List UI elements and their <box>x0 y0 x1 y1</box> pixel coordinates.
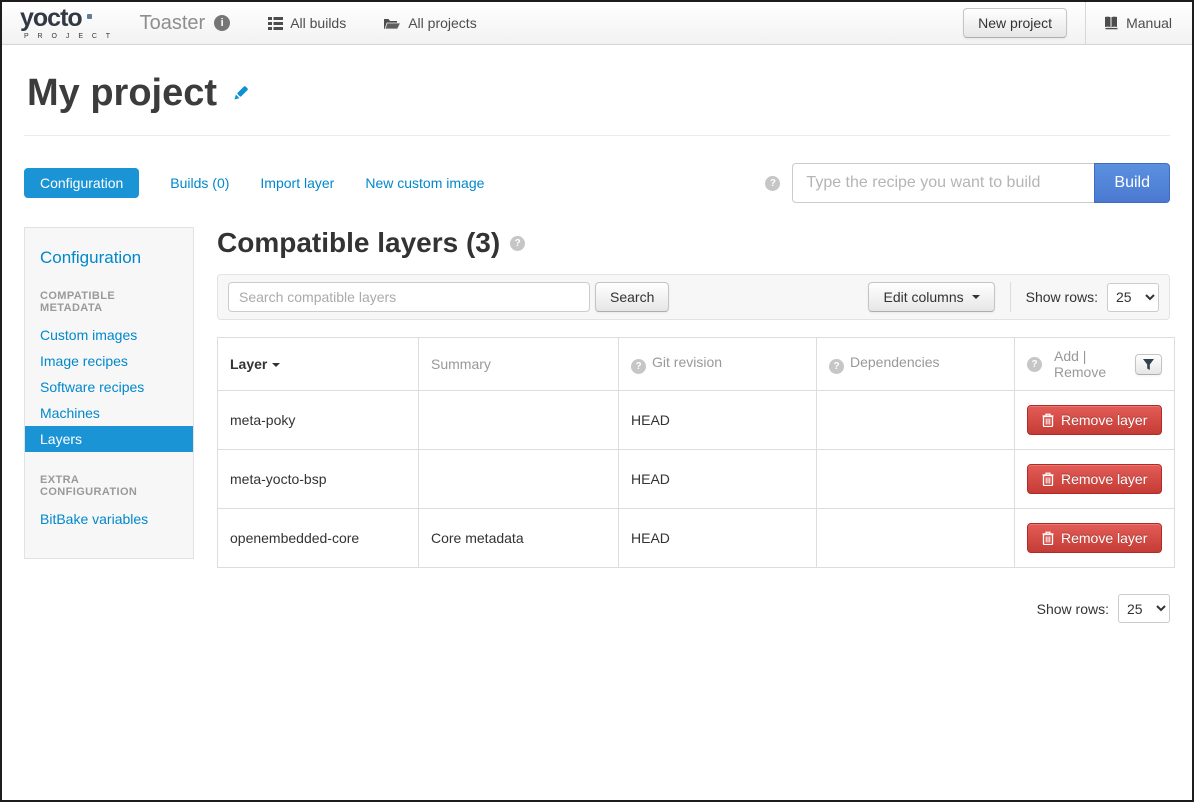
sidebar-item-software-recipes[interactable]: Software recipes <box>25 374 193 400</box>
yocto-logo[interactable]: yocto P R O J E C T <box>20 6 114 40</box>
table-row: meta-yocto-bsp HEAD <box>218 450 1175 509</box>
summary-cell: Core metadata <box>419 509 619 568</box>
navbar-divider <box>1085 2 1086 44</box>
edit-columns-label: Edit columns <box>883 289 963 305</box>
page-title-row: My project <box>27 72 1170 115</box>
tab-import-layer[interactable]: Import layer <box>260 175 334 191</box>
nav-all-projects-label: All projects <box>408 15 476 31</box>
column-header-git-revision[interactable]: ?Git revision <box>619 338 817 391</box>
nav-all-projects[interactable]: All projects <box>384 15 476 31</box>
column-header-add-remove: ? Add | Remove <box>1015 338 1175 391</box>
build-help-icon[interactable]: ? <box>765 176 780 191</box>
tab-builds[interactable]: Builds (0) <box>170 175 229 191</box>
sidebar-item-layers[interactable]: Layers <box>25 426 193 452</box>
sidebar-item-custom-images[interactable]: Custom images <box>25 322 193 348</box>
controls-divider <box>1010 282 1011 312</box>
remove-layer-button[interactable]: Remove layer <box>1027 464 1162 494</box>
nav-all-builds[interactable]: All builds <box>268 15 346 31</box>
summary-cell <box>419 450 619 509</box>
table-row: openembedded-core Core metadata HEAD <box>218 509 1175 568</box>
remove-layer-button[interactable]: Remove layer <box>1027 523 1162 553</box>
edit-pencil-icon[interactable] <box>231 84 250 103</box>
add-remove-help-icon[interactable]: ? <box>1027 357 1042 372</box>
section-title-row: Compatible layers (3) ? <box>217 227 1170 259</box>
build-button[interactable]: Build <box>1094 163 1170 203</box>
sidebar-item-machines[interactable]: Machines <box>25 400 193 426</box>
page-title: My project <box>27 72 217 115</box>
filter-funnel-icon <box>1143 359 1154 370</box>
nav-manual-label: Manual <box>1126 15 1172 31</box>
top-navbar: yocto P R O J E C T Toaster i All builds… <box>2 2 1192 45</box>
sidebar-item-configuration[interactable]: Configuration <box>25 248 193 268</box>
build-recipe-group: ? Build <box>765 163 1170 203</box>
manual-book-icon <box>1104 16 1119 30</box>
app-name: Toaster <box>140 12 206 35</box>
git-revision-help-icon[interactable]: ? <box>631 359 646 374</box>
table-row: meta-poky HEAD <box>218 391 1175 450</box>
search-input[interactable] <box>228 282 590 312</box>
dependencies-cell <box>817 391 1015 450</box>
sidebar-item-bitbake-variables[interactable]: BitBake variables <box>25 506 193 532</box>
section-title: Compatible layers (3) <box>217 227 500 259</box>
sidebar-heading-extra-configuration: EXTRA CONFIGURATION <box>25 474 193 498</box>
git-revision-cell: HEAD <box>619 391 817 450</box>
pagination-row: Show rows: 25 <box>217 594 1170 663</box>
show-rows-select-top[interactable]: 25 <box>1107 283 1159 312</box>
show-rows-label: Show rows: <box>1026 289 1098 305</box>
tab-new-custom-image[interactable]: New custom image <box>365 175 484 191</box>
sidebar-item-image-recipes[interactable]: Image recipes <box>25 348 193 374</box>
project-tabs: Configuration Builds (0) Import layer Ne… <box>24 163 1170 203</box>
table-controls: Search Edit columns Show rows: 25 <box>217 274 1170 320</box>
sidebar-heading-compatible-metadata: COMPATIBLE METADATA <box>25 290 193 314</box>
app-window: yocto P R O J E C T Toaster i All builds… <box>0 0 1194 802</box>
brand-wordmark: yocto <box>20 6 82 31</box>
tab-configuration[interactable]: Configuration <box>24 168 139 198</box>
git-revision-cell: HEAD <box>619 450 817 509</box>
search-button[interactable]: Search <box>595 282 669 312</box>
chevron-down-icon <box>972 295 980 299</box>
column-header-dependencies[interactable]: ?Dependencies <box>817 338 1015 391</box>
brand-dot-icon <box>87 14 92 19</box>
edit-columns-button[interactable]: Edit columns <box>868 282 994 312</box>
section-help-icon[interactable]: ? <box>510 236 525 251</box>
layer-name-cell: meta-poky <box>218 391 419 450</box>
nav-all-builds-label: All builds <box>290 15 346 31</box>
title-divider <box>24 135 1170 136</box>
info-icon[interactable]: i <box>214 15 230 31</box>
sidebar: Configuration COMPATIBLE METADATA Custom… <box>24 227 194 559</box>
summary-cell <box>419 391 619 450</box>
dependencies-cell <box>817 450 1015 509</box>
nav-manual[interactable]: Manual <box>1104 15 1172 31</box>
column-header-summary[interactable]: Summary <box>419 338 619 391</box>
trash-icon <box>1042 472 1054 486</box>
table-header-row: Layer Summary ?Git revision ?Dependencie… <box>218 338 1175 391</box>
projects-folder-icon <box>384 17 401 30</box>
show-rows-select-bottom[interactable]: 25 <box>1118 594 1170 623</box>
recipe-input[interactable] <box>792 163 1094 203</box>
git-revision-cell: HEAD <box>619 509 817 568</box>
trash-icon <box>1042 531 1054 545</box>
new-project-button[interactable]: New project <box>963 8 1067 38</box>
show-rows-label-bottom: Show rows: <box>1037 601 1109 617</box>
dependencies-cell <box>817 509 1015 568</box>
brand-subtitle: P R O J E C T <box>20 33 114 40</box>
filter-button[interactable] <box>1135 354 1162 375</box>
builds-list-icon <box>268 17 283 30</box>
layer-name-cell: openembedded-core <box>218 509 419 568</box>
layer-name-cell: meta-yocto-bsp <box>218 450 419 509</box>
dependencies-help-icon[interactable]: ? <box>829 359 844 374</box>
remove-layer-button[interactable]: Remove layer <box>1027 405 1162 435</box>
sort-caret-icon <box>272 363 280 367</box>
column-header-layer[interactable]: Layer <box>218 338 419 391</box>
trash-icon <box>1042 413 1054 427</box>
compatible-layers-table: Layer Summary ?Git revision ?Dependencie… <box>217 337 1175 568</box>
main-panel: Compatible layers (3) ? Search Edit colu… <box>217 227 1170 663</box>
